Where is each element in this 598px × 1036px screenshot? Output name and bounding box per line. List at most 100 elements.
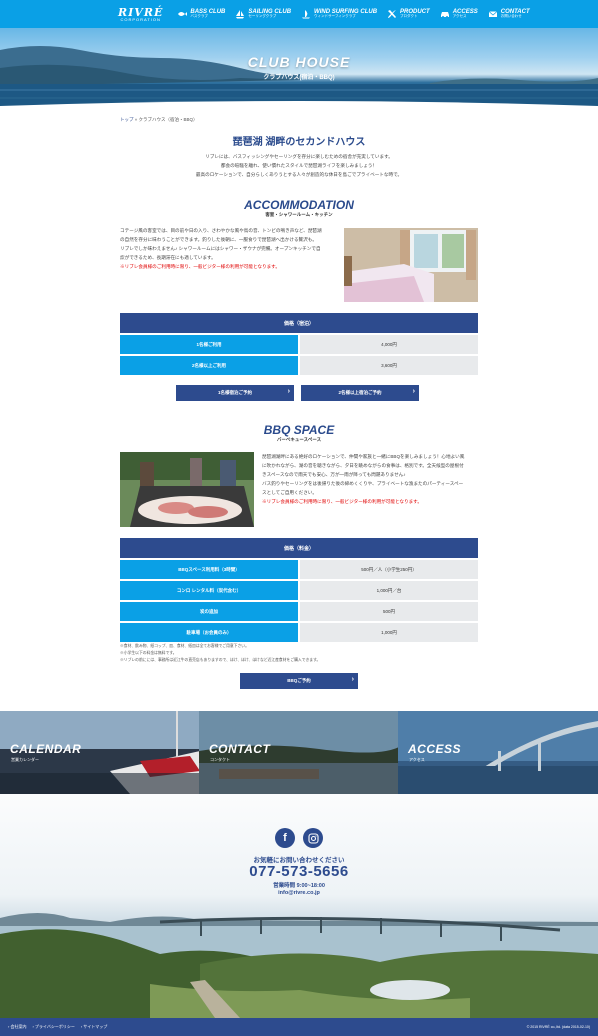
nav-sub: アクセス <box>452 14 467 19</box>
logo-main: RIVRÉ <box>118 5 164 19</box>
table-value: 500円／人（小学生250円） <box>300 560 478 579</box>
facebook-icon[interactable]: f <box>275 828 295 848</box>
table-key: 2名様以上ご利用 <box>120 356 298 375</box>
accommodation-line: の自然を存分に味わうことができます。釣りした後朝に、一服食りで琵琶湖へ出かける贅… <box>120 237 317 242</box>
hero-title: CLUB HOUSE <box>247 54 351 70</box>
sailboat-icon <box>236 10 245 19</box>
car-icon <box>440 12 449 18</box>
email-link[interactable]: info@rivre.co.jp <box>0 890 598 896</box>
logo[interactable]: RIVRÉ CORPORATION <box>118 7 163 22</box>
footer-link-privacy[interactable]: › プライバシーポリシー <box>32 1024 74 1030</box>
intro-line: 都会の喧騒を離れ、使い慣れたスタイルで琵琶湖ライフを楽しみましょう！ <box>220 163 378 168</box>
table-row: 2名様以上ご利用 3,600円 <box>120 356 478 375</box>
contact-panel-sub: コンタクト <box>210 757 230 762</box>
intro-line: 最高のロケーションで、自分らしくありうとする人々が創造的な休日を島ごでプライベー… <box>195 172 403 177</box>
instagram-glyph <box>307 832 319 844</box>
phone-number[interactable]: 077-573-5656 <box>0 863 598 880</box>
contact-panel-title: CONTACT <box>209 742 271 756</box>
accommodation-title: ACCOMMODATION <box>244 198 354 212</box>
tools-icon <box>388 10 397 18</box>
footer-link-label: 会社案内 <box>10 1024 27 1029</box>
bbq-text: 琵琶湖湖畔にある絶好のロケーションで、仲間や家族と一緒にBBQを楽しみましょう！… <box>262 452 480 506</box>
bbq-line: 琵琶湖湖畔にある絶好のロケーションで、仲間や家族と一緒にBBQを楽しみましょう！… <box>262 454 465 459</box>
accommodation-subtitle: 客室・シャワールーム・キッチン <box>265 212 333 217</box>
main-nav: BASS CLUB バスクラブ SAILING CLUB セーリングクラブ WIND… <box>177 9 530 19</box>
nav-contact[interactable]: CONTACT お問い合わせ <box>488 9 530 19</box>
nav-product[interactable]: PRODUCT プロダクト <box>387 9 430 19</box>
footer-link-label: サイトマップ <box>83 1024 108 1029</box>
nav-access[interactable]: ACCESS アクセス <box>440 9 478 19</box>
footer-link-company[interactable]: › 会社案内 <box>8 1024 26 1030</box>
table-row: BBQスペース利用料（3時間） 500円／人（小学生250円） <box>120 560 478 579</box>
lake-scenery <box>0 46 598 112</box>
nav-sub: ウィンドサーフィンクラブ <box>314 14 356 19</box>
nav-sailing-club[interactable]: SAILING CLUB セーリングクラブ <box>235 9 291 19</box>
accommodation-note: ※リブレ会員様のご利用時に限り、一般ビジター様の利用が可能となります。 <box>120 264 280 269</box>
bbq-line: きスペースなので雨天でも安心、万が一雨が降っても問題ありません♪ <box>262 472 406 477</box>
table-value: 1,000円／台 <box>300 581 478 600</box>
nav-sub: プロダクト <box>400 14 418 19</box>
intro-line: リブレには、バスフィッシングやセーリングを存分に楽しむための宿舎が充実しています… <box>205 154 393 159</box>
bbq-photo <box>120 452 254 527</box>
reserve-single-button[interactable]: 1名様宿泊ご予約 <box>176 385 294 401</box>
breadcrumb-home[interactable]: トップ <box>120 117 134 122</box>
footer-link-label: プライバシーポリシー <box>34 1024 75 1029</box>
fish-icon <box>178 12 188 16</box>
nav-sub: セーリングクラブ <box>248 14 277 19</box>
business-hours: 営業時間 9:00~18:00 <box>273 883 325 889</box>
reserve-multi-button[interactable]: 2名様以上宿泊ご予約 <box>301 385 419 401</box>
accommodation-line: リブレでしか味わえません♪ シャワールームにはシャワー・ザウナが完備。オープンキ… <box>120 246 321 251</box>
nav-sub: バスクラブ <box>190 14 208 19</box>
table-row: 炭の追加 500円 <box>120 602 478 621</box>
bbq-line: スとしてご自用ください。 <box>262 490 317 495</box>
calendar-panel-title: CALENDAR <box>10 742 82 756</box>
access-panel-sub: アクセス <box>409 757 425 762</box>
contact-section <box>0 794 598 1018</box>
accommodation-price-table: 価格（宿泊） 1名様ご利用 4,000円 2名様以上ご利用 3,600円 <box>120 313 478 377</box>
access-panel-title: ACCESS <box>408 742 462 756</box>
breadcrumb: トップ » クラブハウス（宿泊・BBQ） <box>120 117 198 123</box>
instagram-icon[interactable] <box>303 828 323 848</box>
access-panel[interactable]: ACCESS アクセス <box>398 711 598 794</box>
mail-icon <box>488 11 497 17</box>
table-row: 駐車場（お会員のみ） 1,000円 <box>120 623 478 642</box>
table-row: 1名様ご利用 4,000円 <box>120 335 478 354</box>
table-value: 1,000円 <box>300 623 478 642</box>
table-value: 4,000円 <box>300 335 478 354</box>
site-footer: › 会社案内 › プライバシーポリシー › サイトマップ © 2015 RIVR… <box>0 1018 598 1036</box>
bbq-price-table: 価格（料金） BBQスペース利用料（3時間） 500円／人（小学生250円） コ… <box>120 538 478 644</box>
table-key: 駐車場（お会員のみ） <box>120 623 298 642</box>
nav-wind-surfing-club[interactable]: WIND SURFING CLUB ウィンドサーフィンクラブ <box>301 9 377 19</box>
intro-text: リブレには、バスフィッシングやセーリングを存分に楽しむための宿舎が充実しています… <box>0 152 598 179</box>
intro-heading: 琵琶湖 湖畔のセカンドハウス <box>232 137 366 148</box>
bbq-notes-line: ※リブレの前にには、事務所は近江牛の直売店もありますので、ほけ、ほけ、ほけなど近… <box>120 658 321 662</box>
accommodation-line: 炊ができるため、長期滞在にも適しています。 <box>120 255 216 260</box>
table-key: BBQスペース利用料（3時間） <box>120 560 298 579</box>
lake-bridge-scenery <box>0 913 598 1018</box>
logo-sub: CORPORATION <box>120 16 161 22</box>
table-row: コンロ レンタル料（炭代含む） 1,000円／台 <box>120 581 478 600</box>
nav-sub: お問い合わせ <box>500 14 522 19</box>
accommodation-line: コテージ風の客室では、目の前や日の入り、さわやかな風や鳥の音、トンビの鳴き声など… <box>120 228 322 233</box>
footer-link-sitemap[interactable]: › サイトマップ <box>81 1024 107 1030</box>
footer-links: › 会社案内 › プライバシーポリシー › サイトマップ <box>8 1024 107 1030</box>
calendar-panel[interactable]: CALENDAR 営業カレンダー <box>0 711 200 794</box>
contact-panel[interactable]: CONTACT コンタクト <box>199 711 399 794</box>
bbq-subtitle: バーベキュースペース <box>276 437 322 442</box>
site-header: RIVRÉ CORPORATION BASS CLUB バスクラブ SAILING… <box>0 0 598 28</box>
table-key: 1名様ご利用 <box>120 335 298 354</box>
table-key: コンロ レンタル料（炭代含む） <box>120 581 298 600</box>
table-value: 3,600円 <box>300 356 478 375</box>
bbq-reserve-button[interactable]: BBQご予約 <box>240 673 358 689</box>
table-value: 500円 <box>300 602 478 621</box>
bbq-notes: ※食材、飲み物、紙コップ、皿、食材、紙皿は全てお客様でご用意下さい。 ※小学生以… <box>120 643 320 664</box>
hero-subtitle: クラブハウス(宿泊・BBQ) <box>263 75 335 81</box>
price-table-header: 価格（宿泊） <box>120 313 478 333</box>
nav-bass-club[interactable]: BASS CLUB バスクラブ <box>177 9 225 19</box>
hero-banner: CLUB HOUSE クラブハウス(宿泊・BBQ) <box>0 28 598 112</box>
table-key: 炭の追加 <box>120 602 298 621</box>
bbq-title: BBQ SPACE <box>263 423 335 437</box>
copyright: © 2015 RIVRÉ co.,ltd. (data 2015-02-10) <box>526 1025 590 1029</box>
breadcrumb-sep: » <box>134 117 138 122</box>
bbq-note: ※リブレ会員様のご利用時に限り、一般ビジター様の利用が可能となります。 <box>262 499 422 504</box>
